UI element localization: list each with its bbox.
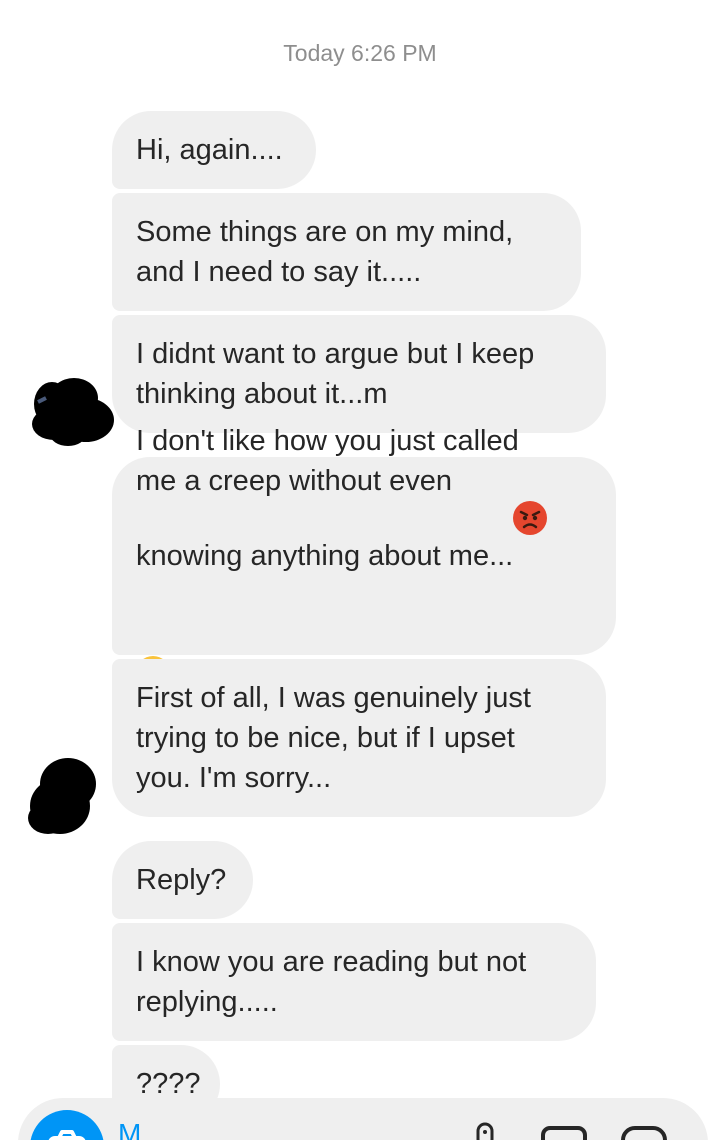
avatar[interactable] [24,368,124,458]
message-bubble[interactable]: I don't like how you just called me a cr… [112,425,616,690]
chat-screen: Today 6:26 PM Hi, again.... Some things … [0,0,720,1140]
message-input[interactable]: M [118,1118,141,1140]
message-bubble[interactable]: I know you are reading but not replying.… [112,923,596,1041]
angry-face-icon [513,501,548,535]
message-bubble[interactable]: First of all, I was genuinely just tryin… [112,659,606,817]
sticker-icon[interactable] [620,1120,668,1140]
message-bubble[interactable]: Reply? [112,841,253,919]
camera-icon [48,1130,86,1140]
camera-button[interactable] [30,1110,104,1140]
microphone-icon[interactable] [470,1120,500,1140]
message-bubble[interactable]: Some things are on my mind, and I need t… [112,193,581,311]
message-text: Hi, again.... [136,134,283,166]
message-text: First of all, I was genuinely just tryin… [136,682,531,794]
image-icon[interactable] [540,1120,588,1140]
message-text: I know you are reading but not replying.… [136,946,527,1018]
message-text: Some things are on my mind, and I need t… [136,216,514,288]
avatar[interactable] [24,754,104,838]
message-bubble[interactable]: Hi, again.... [112,111,316,189]
message-text: I don't like how you just called me a cr… [136,425,519,572]
thread-timestamp: Today 6:26 PM [283,40,437,66]
message-text: Reply? [136,864,227,896]
